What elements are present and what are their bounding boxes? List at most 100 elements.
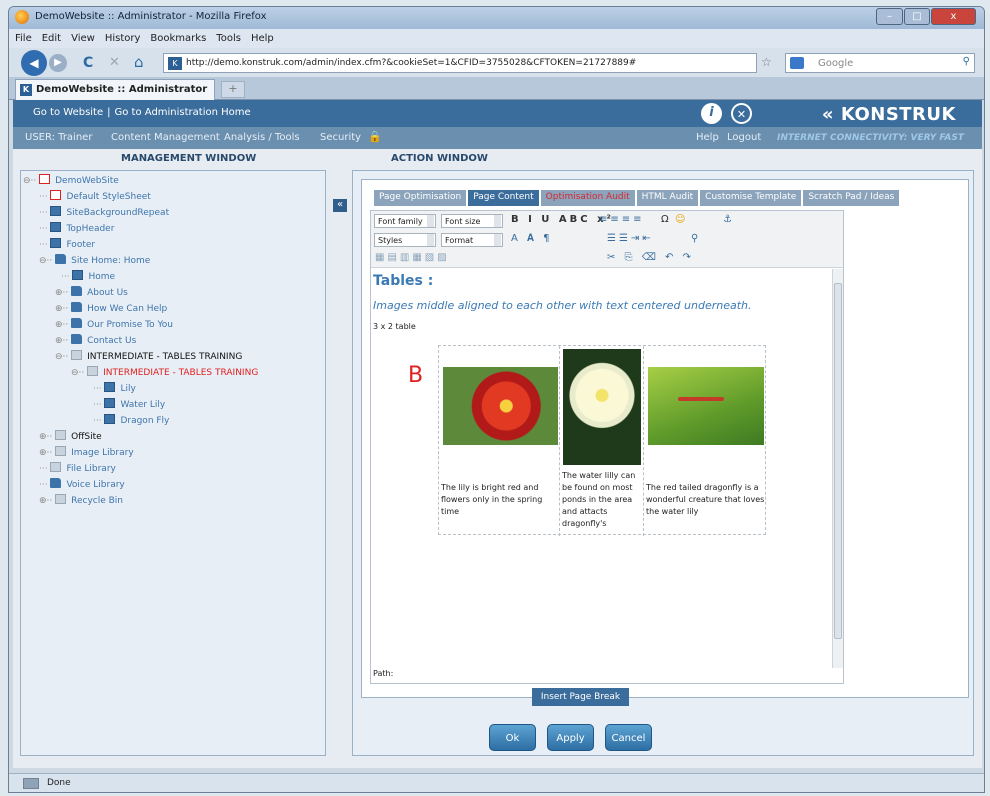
insert-page-break-button[interactable]: Insert Page Break — [532, 688, 629, 706]
tree-node[interactable]: ⊖·· Site Home: Home — [39, 254, 150, 266]
voice-library-icon — [50, 478, 62, 488]
font-family-select[interactable]: Font family — [374, 214, 436, 228]
menu-view[interactable]: View — [71, 33, 95, 44]
emoticon-icon[interactable]: ☺ — [675, 214, 688, 225]
logout-link[interactable]: Logout — [727, 132, 761, 143]
table-note: 3 x 2 table — [373, 322, 416, 331]
scroll-thumb[interactable] — [834, 283, 842, 639]
menu-history[interactable]: History — [105, 33, 141, 44]
back-button[interactable]: ◀ — [21, 50, 47, 76]
tree-node-selected[interactable]: ⊖·· INTERMEDIATE - TABLES TRAINING — [71, 366, 258, 378]
collapse-panel-button[interactable]: « — [333, 199, 347, 212]
image-table: The lily is bright red and flowers only … — [438, 345, 766, 536]
status-bar: Done — [9, 773, 984, 792]
annotation-marker: B — [408, 363, 424, 388]
format-select[interactable]: Format — [441, 233, 503, 247]
image-icon — [104, 398, 116, 408]
home-button[interactable]: ⌂ — [134, 53, 144, 71]
tree-node[interactable]: ⊕·· Image Library — [39, 446, 134, 458]
reload-button[interactable]: C — [83, 55, 93, 71]
bookmark-star-icon[interactable]: ☆ — [761, 55, 772, 69]
cms-subheader: USER: Trainer Content Management Analysi… — [13, 127, 982, 149]
firefox-icon — [15, 10, 29, 24]
tree-node[interactable]: ⊕·· Recycle Bin — [39, 494, 123, 506]
tab-scratch-pad[interactable]: Scratch Pad / Ideas — [803, 190, 900, 206]
tab-page-content[interactable]: Page Content — [468, 190, 539, 206]
tree-node[interactable]: ··· Water Lily — [93, 398, 165, 410]
tab-demowebsite[interactable]: K DemoWebsite :: Administrator — [15, 79, 215, 100]
tree-node[interactable]: ··· Home — [61, 270, 115, 282]
tree-node[interactable]: ⊖·· DemoWebSite — [23, 174, 119, 186]
maximize-button[interactable]: □ — [904, 8, 930, 25]
content-management-link[interactable]: Content Management — [111, 132, 220, 143]
menu-edit[interactable]: Edit — [42, 33, 61, 44]
dragonfly-image — [648, 367, 764, 445]
edit-buttons[interactable]: ✂ ⎘ ⌫ ↶ ↷ — [607, 252, 694, 263]
lock-icon: 🔒 — [368, 130, 382, 143]
image-library-icon — [55, 446, 67, 456]
table-buttons[interactable]: ▦▤▥▦▧▨ — [375, 252, 450, 263]
tab-customise-template[interactable]: Customise Template — [700, 190, 802, 206]
editor-toolbar-row3: ▦▤▥▦▧▨ ✂ ⎘ ⌫ ↶ ↷ — [371, 249, 843, 268]
new-tab-button[interactable]: + — [221, 81, 245, 98]
tree-node[interactable]: ··· SiteBackgroundRepeat — [39, 206, 169, 218]
tree-node[interactable]: ⊕·· OffSite — [39, 430, 102, 442]
action-window-title: ACTION WINDOW — [391, 153, 488, 164]
editor-document[interactable]: Tables : Images middle aligned to each o… — [371, 269, 831, 668]
menu-help[interactable]: Help — [251, 33, 274, 44]
tree-node[interactable]: ⊕·· Our Promise To You — [55, 318, 173, 330]
align-buttons[interactable]: ≡≡≡≡ — [599, 214, 645, 225]
anchor-icon[interactable]: ⚓ — [723, 214, 735, 225]
tab-optimisation-audit[interactable]: Optimisation Audit — [540, 190, 635, 206]
ok-button[interactable]: Ok — [489, 724, 536, 751]
tab-page-optimisation[interactable]: Page Optimisation — [374, 190, 467, 206]
cms-header: Go to Website | Go to Administration Home … — [13, 100, 982, 127]
folder-icon — [71, 302, 83, 312]
security-link[interactable]: Security — [320, 132, 361, 143]
list-buttons[interactable]: ☰☰⇥⇤ — [607, 233, 654, 244]
close-window-button[interactable]: x — [931, 8, 976, 25]
help-link[interactable]: Help — [696, 132, 719, 143]
cancel-button[interactable]: Cancel — [605, 724, 652, 751]
styles-select[interactable]: Styles — [374, 233, 436, 247]
tree-node[interactable]: ⊖·· INTERMEDIATE - TABLES TRAINING — [55, 350, 242, 362]
management-window-title: MANAGEMENT WINDOW — [121, 153, 257, 164]
apply-button[interactable]: Apply — [547, 724, 594, 751]
tree-node[interactable]: ··· Voice Library — [39, 478, 125, 490]
find-replace-icon[interactable]: ⚲ — [691, 233, 701, 244]
tree-node[interactable]: ··· Footer — [39, 238, 95, 250]
tree-node[interactable]: ··· Lily — [93, 382, 136, 394]
tree-node[interactable]: ⊕·· How We Can Help — [55, 302, 167, 314]
image-icon — [50, 206, 62, 216]
forward-button[interactable]: ▶ — [49, 54, 67, 72]
stop-button[interactable]: ✕ — [109, 55, 120, 70]
go-to-website-link[interactable]: Go to Website — [33, 107, 103, 118]
menu-tools[interactable]: Tools — [216, 33, 241, 44]
go-to-admin-home-link[interactable]: Go to Administration Home — [115, 107, 251, 118]
browser-window: DemoWebsite :: Administrator - Mozilla F… — [8, 6, 985, 793]
analysis-tools-link[interactable]: Analysis / Tools — [224, 132, 300, 143]
url-bar[interactable]: Khttp://demo.konstruk.com/admin/index.cf… — [163, 53, 757, 73]
info-icon[interactable]: i — [701, 103, 722, 124]
tree-node[interactable]: ⊕·· About Us — [55, 286, 128, 298]
tree-node[interactable]: ··· File Library — [39, 462, 116, 474]
search-input[interactable]: Google ⚲ — [785, 53, 975, 73]
header-separator: | — [107, 107, 111, 118]
tree-node[interactable]: ··· TopHeader — [39, 222, 114, 234]
special-char-button[interactable]: Ω — [661, 214, 672, 225]
tab-html-audit[interactable]: HTML Audit — [636, 190, 699, 206]
tree-node[interactable]: ⊕·· Contact Us — [55, 334, 136, 346]
search-icon[interactable]: ⚲ — [963, 56, 970, 67]
title-bar: DemoWebsite :: Administrator - Mozilla F… — [9, 7, 984, 29]
font-size-select[interactable]: Font size — [441, 214, 503, 228]
editor-scrollbar[interactable] — [832, 269, 843, 668]
color-buttons[interactable]: A 𝐀 ¶ — [511, 233, 553, 244]
logout-icon[interactable]: ✕ — [731, 103, 752, 124]
minimize-button[interactable]: – — [876, 8, 903, 25]
tree-node[interactable]: ··· Default StyleSheet — [39, 190, 151, 202]
tree-node[interactable]: ··· Dragon Fly — [93, 414, 169, 426]
menu-file[interactable]: File — [15, 33, 32, 44]
menu-bookmarks[interactable]: Bookmarks — [150, 33, 206, 44]
nav-bar: ◀ ▶ C ✕ ⌂ Khttp://demo.konstruk.com/admi… — [9, 48, 984, 77]
site-icon — [39, 174, 51, 184]
